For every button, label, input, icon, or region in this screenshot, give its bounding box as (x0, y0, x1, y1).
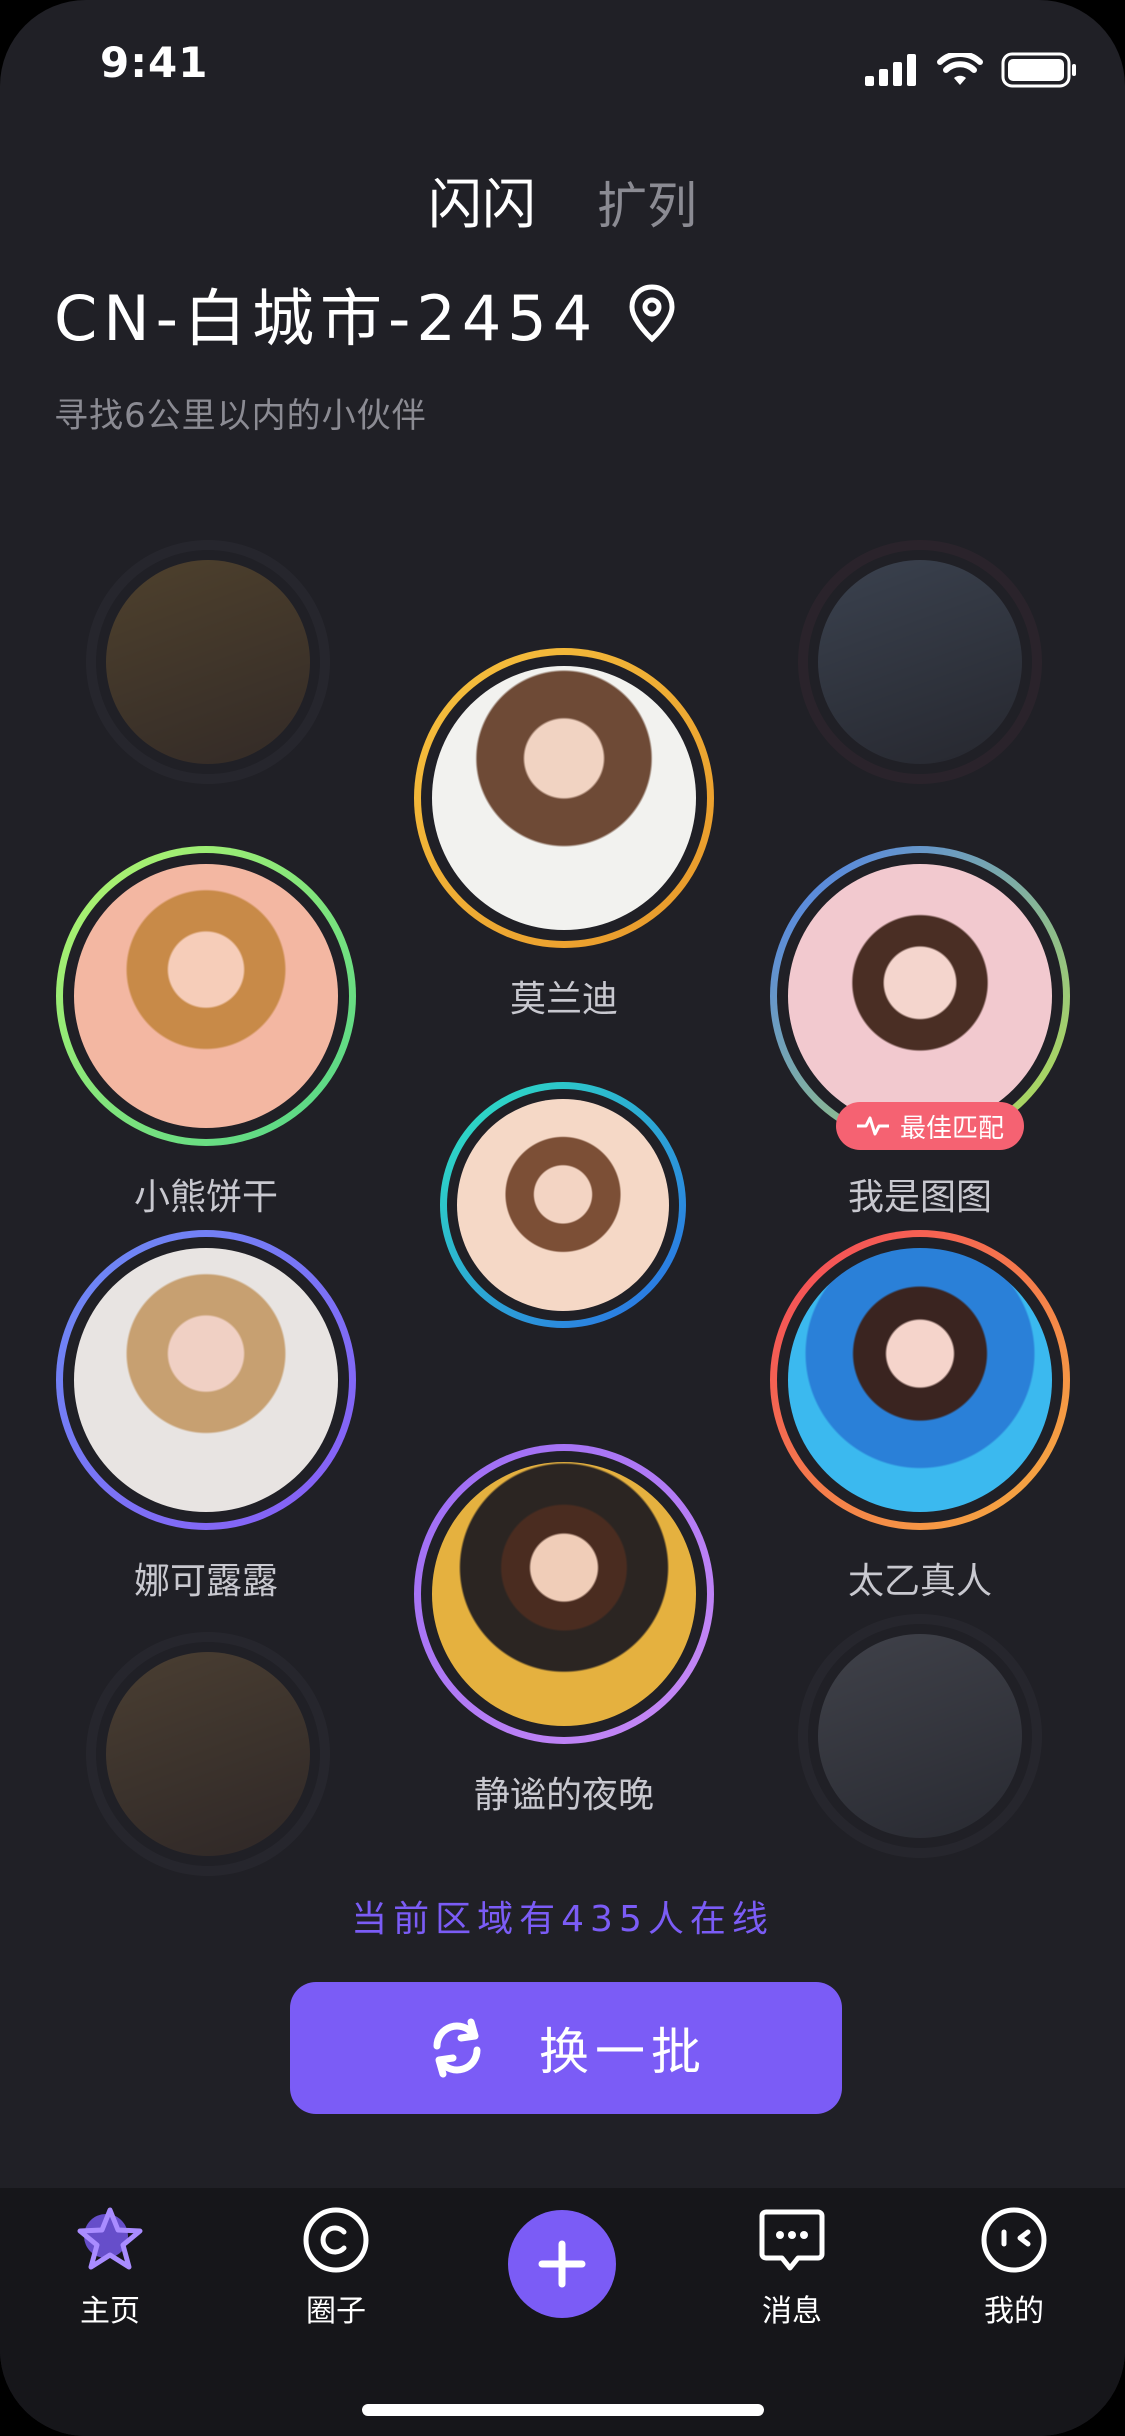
user-name: 莫兰迪 (509, 979, 618, 1020)
location-pin-icon[interactable] (626, 283, 678, 343)
nav-messages[interactable]: 消息 (712, 2204, 872, 2330)
nav-label: 圈子 (306, 2294, 366, 2329)
phone-screen: 9:41 闪闪 扩列 CN-白城市-2454 寻找6公里以内的小伙伴 莫兰迪 小… (0, 0, 1125, 2436)
nav-label: 主页 (80, 2294, 140, 2329)
tab-shanshan[interactable]: 闪闪 (428, 160, 536, 239)
add-post-button[interactable] (508, 2210, 616, 2318)
pulse-icon (857, 1116, 889, 1136)
home-indicator (362, 2404, 764, 2416)
refresh-icon (433, 2018, 481, 2078)
best-match-label: 最佳匹配 (900, 1113, 1005, 1144)
refresh-button[interactable]: 换一批 (290, 1982, 842, 2114)
user-name: 太乙真人 (847, 1561, 992, 1602)
nav-circle[interactable]: 圈子 (256, 2204, 416, 2330)
user-avatar-jingmi[interactable] (414, 1444, 714, 1744)
star-icon (77, 2207, 143, 2270)
user-name: 娜可露露 (133, 1561, 278, 1602)
face-icon (981, 2207, 1047, 2273)
signal-icon (865, 54, 916, 86)
wifi-icon (937, 53, 983, 85)
user-name: 小熊饼干 (133, 1177, 278, 1218)
online-count-text: 当前区域有435人在线 (351, 1899, 774, 1940)
user-avatar-tutu[interactable] (770, 846, 1070, 1146)
best-match-badge: 最佳匹配 (836, 1102, 1025, 1150)
tab-kuolie[interactable]: 扩列 (597, 166, 697, 238)
status-time: 9:41 (100, 38, 209, 87)
refresh-button-label: 换一批 (539, 2023, 707, 2081)
user-name: 我是图图 (847, 1177, 992, 1218)
user-avatar-center[interactable] (440, 1082, 686, 1328)
user-avatar-taiyi[interactable] (770, 1230, 1070, 1530)
faded-user-avatar (86, 540, 330, 784)
location-title: CN-白城市-2454 (54, 282, 599, 355)
location-header: CN-白城市-2454 (54, 268, 678, 358)
user-avatar-molandi[interactable] (414, 648, 714, 948)
battery-icon (1001, 52, 1076, 88)
location-subtitle: 寻找6公里以内的小伙伴 (54, 396, 427, 436)
status-bar: 9:41 (0, 0, 1125, 140)
bottom-tab-bar: 主页 圈子 消息 我的 (0, 2188, 1125, 2436)
nav-label: 消息 (762, 2294, 822, 2329)
nav-label: 我的 (984, 2294, 1044, 2329)
status-icons (865, 52, 1077, 88)
faded-user-avatar (86, 1632, 330, 1876)
user-avatar-xiaoxiong[interactable] (56, 846, 356, 1146)
user-name: 静谧的夜晚 (473, 1775, 654, 1816)
plus-icon (538, 2240, 586, 2288)
nav-profile[interactable]: 我的 (934, 2204, 1094, 2330)
nav-home[interactable]: 主页 (30, 2204, 190, 2330)
top-tabs: 闪闪 扩列 (0, 160, 1125, 240)
user-avatar-nakelulu[interactable] (56, 1230, 356, 1530)
circle-icon (303, 2207, 369, 2273)
chat-bubble-icon (759, 2209, 825, 2271)
faded-user-avatar (798, 1614, 1042, 1858)
faded-user-avatar (798, 540, 1042, 784)
